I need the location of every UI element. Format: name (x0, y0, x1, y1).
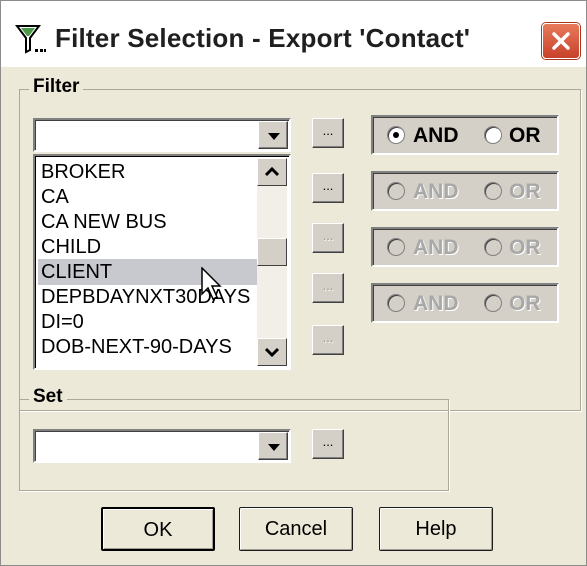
set-combo[interactable] (33, 429, 291, 463)
or-radio-1[interactable] (484, 126, 502, 144)
dialog-body: Filter BROKER CA CA NEW BUS CHILD CLIENT… (5, 67, 583, 563)
close-icon (552, 32, 570, 50)
or-radio-4[interactable] (484, 294, 502, 312)
and-radio-3[interactable] (387, 238, 405, 256)
list-item[interactable]: CA (38, 184, 258, 210)
filter-browse-button-3[interactable]: ... (312, 223, 344, 253)
logic-row-1: AND OR (371, 115, 559, 155)
scroll-down-button[interactable] (257, 338, 287, 366)
filter-combo-dropdown-button[interactable] (258, 121, 288, 149)
list-item[interactable]: CHILD (38, 234, 258, 260)
list-item[interactable]: CA NEW BUS (38, 209, 258, 235)
mouse-pointer-icon (201, 267, 222, 301)
filter-browse-button-5[interactable]: ... (312, 325, 344, 355)
window-title: Filter Selection - Export 'Contact' (55, 23, 471, 53)
chevron-down-icon (268, 444, 280, 451)
chevron-down-icon (264, 347, 280, 358)
or-label-1: OR (509, 124, 541, 147)
and-radio-4[interactable] (387, 294, 405, 312)
and-radio-2[interactable] (387, 182, 405, 200)
ok-button[interactable]: OK (101, 507, 215, 551)
and-label-3: AND (413, 236, 459, 259)
list-item[interactable]: BROKER (38, 159, 258, 185)
set-combo-dropdown-button[interactable] (258, 432, 288, 460)
filter-listbox[interactable]: BROKER CA CA NEW BUS CHILD CLIENT DEPBDA… (33, 154, 291, 370)
or-label-2: OR (509, 180, 541, 203)
filter-funnel-icon (15, 25, 46, 54)
list-item[interactable]: DI=0 (38, 309, 258, 335)
title-bar[interactable]: Filter Selection - Export 'Contact' (1, 1, 586, 67)
set-browse-button[interactable]: ... (312, 429, 344, 459)
or-label-4: OR (509, 292, 541, 315)
and-label-1: AND (413, 124, 459, 147)
list-item[interactable]: DEPBDAYNXT30DAYS (38, 284, 258, 310)
help-button[interactable]: Help (379, 507, 493, 551)
filter-group-label: Filter (29, 76, 84, 98)
close-button[interactable] (542, 23, 580, 59)
and-radio-1[interactable] (387, 126, 405, 144)
scroll-up-button[interactable] (257, 158, 287, 186)
or-radio-3[interactable] (484, 238, 502, 256)
and-label-4: AND (413, 292, 459, 315)
and-label-2: AND (413, 180, 459, 203)
filter-combo[interactable] (33, 118, 291, 152)
or-radio-2[interactable] (484, 182, 502, 200)
list-item[interactable]: DOB-NEXT-90-DAYS (38, 334, 258, 360)
list-item-selected[interactable]: CLIENT (38, 259, 258, 285)
logic-row-2: AND OR (371, 171, 559, 211)
filter-browse-button-2[interactable]: ... (312, 173, 344, 203)
cancel-button[interactable]: Cancel (239, 507, 353, 551)
listbox-scrollbar[interactable] (257, 158, 287, 366)
or-label-3: OR (509, 236, 541, 259)
filter-browse-button-4[interactable]: ... (312, 273, 344, 303)
set-group-label: Set (29, 386, 67, 408)
logic-row-3: AND OR (371, 227, 559, 267)
chevron-down-icon (268, 133, 280, 140)
scroll-thumb[interactable] (257, 238, 287, 266)
filter-selection-dialog: Filter Selection - Export 'Contact' Filt… (0, 0, 587, 566)
logic-row-4: AND OR (371, 283, 559, 323)
chevron-up-icon (264, 166, 280, 177)
filter-browse-button-1[interactable]: ... (312, 118, 344, 148)
